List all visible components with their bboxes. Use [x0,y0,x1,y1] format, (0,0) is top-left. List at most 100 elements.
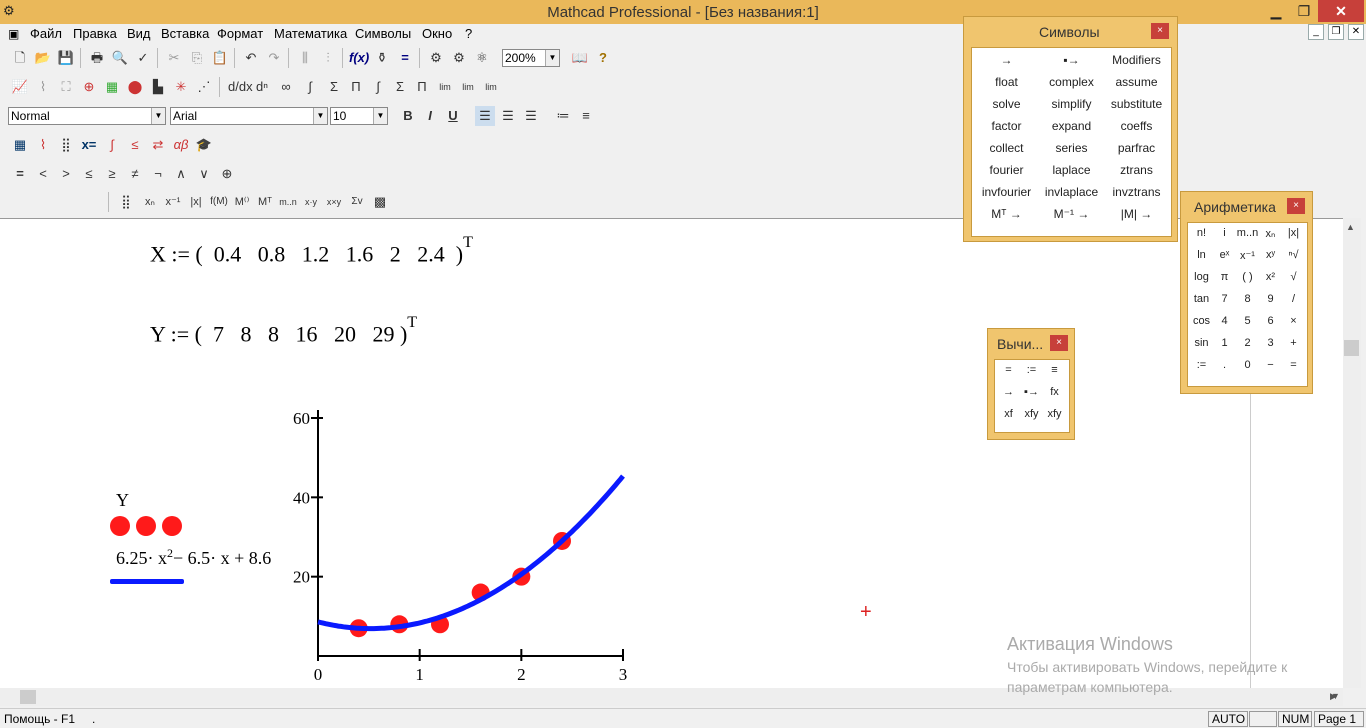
minimize-button[interactable]: ▁ [1262,0,1290,22]
palette-button[interactable]: simplify [1039,97,1104,111]
palette-button[interactable]: / [1282,293,1305,305]
palette-button[interactable]: Mᵀ → [974,207,1039,221]
bar-plot-icon[interactable]: ▙ [148,77,168,97]
graph-xy-icon[interactable]: 📈 [10,77,30,97]
sum-icon[interactable]: Σ [390,77,410,97]
evaluation-palette-icon[interactable]: x= [79,135,99,155]
palette-button[interactable]: n! [1190,227,1213,239]
palette-button[interactable]: ztrans [1104,163,1169,177]
vector-field-icon[interactable]: ✳ [171,77,191,97]
palette-button[interactable]: := [1190,359,1213,371]
transpose-icon[interactable]: Mᵀ [255,192,275,212]
palette-button[interactable]: laplace [1039,163,1104,177]
worksheet[interactable] [0,218,1343,688]
palette-button[interactable]: ( ) [1236,271,1259,283]
symbolic-palette-icon[interactable]: 🎓 [194,135,214,155]
insert-unit-icon[interactable]: ⚱ [372,48,392,68]
palette-button[interactable]: 8 [1236,293,1259,305]
palette-button[interactable]: |x| [1282,227,1305,239]
palette-button[interactable]: x² [1259,271,1282,283]
palette-button[interactable]: − [1259,359,1282,371]
menu-format[interactable]: Формат [217,26,263,41]
palette-button[interactable]: 5 [1236,315,1259,327]
palette-button[interactable]: float [974,75,1039,89]
menu-math[interactable]: Математика [274,26,347,41]
horizontal-scroll-thumb[interactable] [20,690,36,704]
doc-close-button[interactable]: ✕ [1348,24,1364,40]
palette-button[interactable]: invfourier [974,185,1039,199]
definite-integral-icon[interactable]: ∫ [300,77,320,97]
nth-derivative-icon[interactable]: dⁿ [252,77,272,97]
bool-greater-button[interactable]: > [56,164,76,184]
palette-button[interactable]: × [1282,315,1305,327]
palette-button[interactable]: |M| → [1104,207,1169,221]
print-icon[interactable]: 🖶 [87,48,107,68]
palette-button[interactable]: Modifiers [1104,53,1169,67]
undo-icon[interactable]: ↶ [241,48,261,68]
palette-button[interactable]: → [997,386,1020,398]
menu-edit[interactable]: Правка [73,26,117,41]
xy-plot[interactable]: 0 1 2 3 20 40 60 [280,400,640,690]
align-down-icon[interactable]: ⫶ [318,48,338,68]
matrix-icon[interactable]: ⣿ [116,192,136,212]
palette-button[interactable]: log [1190,271,1213,283]
zoom-select[interactable]: 200% ▼ [502,49,560,67]
limit-left-icon[interactable]: lim [481,77,501,97]
cross-product-icon[interactable]: x×y [324,192,344,212]
palette-button[interactable]: π [1213,271,1236,283]
polar-plot-icon[interactable]: ⌇ [33,77,53,97]
palette-button[interactable]: assume [1104,75,1169,89]
calculator-palette-icon[interactable]: ▦ [10,135,30,155]
3d-scatter-icon[interactable]: ⬤ [125,77,145,97]
doc-icon[interactable]: ▣ [8,27,19,41]
align-right-icon[interactable]: ☰ [521,106,541,126]
palette-button[interactable]: invlaplace [1039,185,1104,199]
column-icon[interactable]: M⁽⁾ [232,192,252,212]
palette-button[interactable]: i [1213,227,1236,239]
picture-icon[interactable]: ▩ [370,192,390,212]
palette-button[interactable]: 1 [1213,337,1236,349]
palette-close-button[interactable]: × [1287,198,1305,214]
palette-button[interactable]: series [1039,141,1104,155]
palette-button[interactable]: eˣ [1213,249,1236,261]
palette-button[interactable]: 4 [1213,315,1236,327]
align-left-icon[interactable]: ☰ [475,106,495,126]
palette-button[interactable]: 2 [1236,337,1259,349]
palette-button[interactable]: 9 [1259,293,1282,305]
font-select[interactable]: Arial ▼ [170,107,328,125]
x-definition[interactable]: X := ( 0.4 0.8 1.2 1.6 2 2.4 )T [150,234,473,267]
open-icon[interactable]: 📂 [33,48,53,68]
insert-component-icon[interactable]: ⚙ [426,48,446,68]
italic-button[interactable]: I [420,106,440,126]
palette-button[interactable]: factor [974,119,1039,133]
product-icon[interactable]: Π [412,77,432,97]
palette-button[interactable]: = [997,364,1020,376]
bool-not-button[interactable]: ¬ [148,164,168,184]
palette-button[interactable]: expand [1039,119,1104,133]
vectorize-icon[interactable]: f(M) [209,192,229,212]
palette-button[interactable]: √ [1282,271,1305,283]
palette-button[interactable]: xₙ [1259,227,1282,240]
palette-button[interactable]: collect [974,141,1039,155]
palette-button[interactable]: xfy [1043,408,1066,420]
palette-button[interactable]: ≡ [1043,364,1066,376]
derivative-icon[interactable]: d/dx [228,77,253,97]
dot-product-icon[interactable]: x·y [301,192,321,212]
align-center-icon[interactable]: ☰ [498,106,518,126]
run-icon[interactable]: ⚙ [449,48,469,68]
surface-plot-icon[interactable]: ⛶ [56,77,76,97]
palette-button[interactable]: 7 [1213,293,1236,305]
palette-button[interactable]: x⁻¹ [1236,249,1259,262]
limit-icon[interactable]: lim [435,77,455,97]
contour-plot-icon[interactable]: ⊕ [79,77,99,97]
palette-button[interactable]: → [974,53,1039,67]
menu-symbols[interactable]: Символы [355,26,411,41]
align-across-icon[interactable]: ⫼ [295,48,315,68]
menu-window[interactable]: Окно [422,26,452,41]
palette-button[interactable]: fx [1043,386,1066,398]
copy-icon[interactable]: ⎘ [187,48,207,68]
palette-button[interactable]: substitute [1104,97,1169,111]
palette-button[interactable]: ln [1190,249,1213,261]
palette-button[interactable]: M⁻¹ → [1039,207,1104,221]
resources-icon[interactable]: ⚛ [472,48,492,68]
